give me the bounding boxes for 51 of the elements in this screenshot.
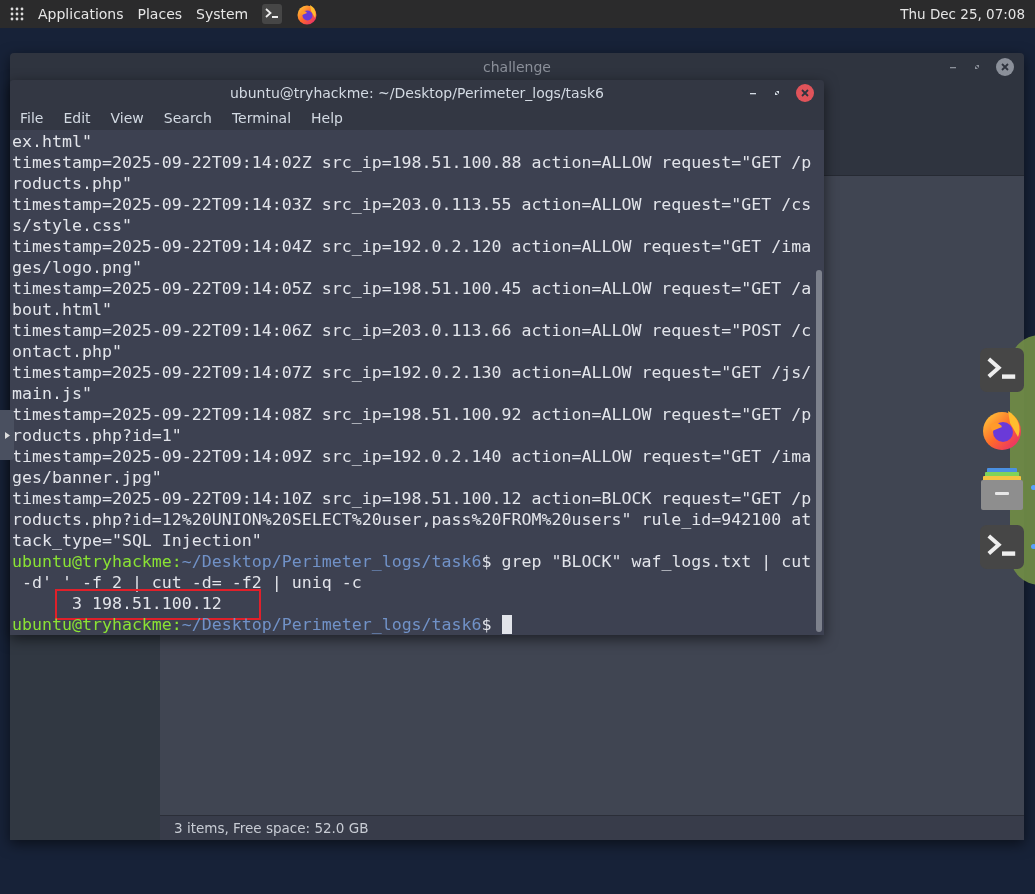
terminal-line: ex.html" [12, 131, 92, 152]
terminal-icon[interactable] [980, 525, 1024, 569]
side-handle[interactable] [0, 410, 14, 460]
terminal-line: tack_type="SQL Injection" [12, 530, 262, 551]
terminal-line: timestamp=2025-09-22T09:14:02Z src_ip=198.51.100.88 action=ALLOW request="GET /p [12, 152, 812, 173]
app-grid-icon[interactable] [10, 7, 24, 21]
terminal-line: timestamp=2025-09-22T09:14:07Z src_ip=192.0.2.130 action=ALLOW request="GET /js/ [12, 362, 812, 383]
terminal-command: $ grep "BLOCK" waf_logs.txt | cut [481, 551, 812, 572]
file-cabinet-icon[interactable] [980, 466, 1024, 510]
menu-item[interactable]: View [100, 109, 154, 126]
browser-icon[interactable] [296, 3, 319, 25]
menu-item[interactable]: File [10, 109, 54, 126]
terminal-line: ontact.php" [12, 341, 122, 362]
terminal-line: s/style.css" [12, 215, 132, 236]
terminal-command: $ [481, 614, 492, 635]
menu-item[interactable]: Edit [53, 109, 101, 126]
menu-item[interactable]: Help [301, 109, 353, 126]
clock[interactable]: Thu Dec 25, 07:08 [900, 6, 1025, 22]
terminal-line: timestamp=2025-09-22T09:14:06Z src_ip=203.0.113.66 action=ALLOW request="POST /c [12, 320, 812, 341]
status-bar: 3 items, Free space: 52.0 GB [160, 815, 1024, 840]
close-icon[interactable] [796, 83, 814, 102]
terminal-line: ges/banner.jpg" [12, 467, 162, 488]
terminal-line: timestamp=2025-09-22T09:14:10Z src_ip=198.51.100.12 action=BLOCK request="GET /p [12, 488, 812, 509]
terminal-line: timestamp=2025-09-22T09:14:09Z src_ip=192.0.2.140 action=ALLOW request="GET /ima [12, 446, 812, 467]
menu-item[interactable]: Terminal [221, 109, 302, 126]
close-icon[interactable] [996, 58, 1014, 76]
restore-icon[interactable] [972, 62, 982, 72]
prompt-user: ubuntu@tryhackme: [12, 551, 182, 572]
terminal-line: timestamp=2025-09-22T09:14:05Z src_ip=198.51.100.45 action=ALLOW request="GET /a [12, 278, 812, 299]
terminal-line: timestamp=2025-09-22T09:14:03Z src_ip=203.0.113.55 action=ALLOW request="GET /cs [12, 194, 812, 215]
terminal-line: roducts.php?id=12%20UNION%20SELECT%20user,pass%20FROM%20users" rule_id=942100 at [12, 509, 812, 530]
terminal-line: timestamp=2025-09-22T09:14:08Z src_ip=198.51.100.92 action=ALLOW request="GET /p [12, 404, 812, 425]
terminal-line: ges/logo.png" [12, 257, 142, 278]
terminal-line: timestamp=2025-09-22T09:14:04Z src_ip=192.0.2.120 action=ALLOW request="GET /ima [12, 236, 812, 257]
panel-menu[interactable]: System [196, 6, 249, 22]
terminal-line: main.js" [12, 383, 92, 404]
window-title: challenge [483, 59, 551, 75]
panel-menu[interactable]: Places [137, 6, 183, 22]
prompt-path: ~/Desktop/Perimeter_logs/task6 [181, 614, 482, 635]
terminal-line: bout.html" [12, 299, 112, 320]
terminal-icon[interactable] [262, 4, 283, 24]
scrollbar-thumb[interactable] [816, 270, 822, 632]
terminal-icon[interactable] [980, 348, 1024, 392]
terminal-line: roducts.php?id=1" [12, 425, 182, 446]
terminal-line: 3 198.51.100.12 [70, 593, 222, 614]
panel-menu[interactable]: Applications [38, 6, 124, 22]
prompt-user: ubuntu@tryhackme: [12, 614, 182, 635]
menu-item[interactable]: Search [153, 109, 222, 126]
prompt-path: ~/Desktop/Perimeter_logs/task6 [181, 551, 482, 572]
window-title: ubuntu@tryhackme: ~/Desktop/Perimeter_logs/task6 [230, 84, 604, 101]
terminal-line: roducts.php" [12, 173, 132, 194]
